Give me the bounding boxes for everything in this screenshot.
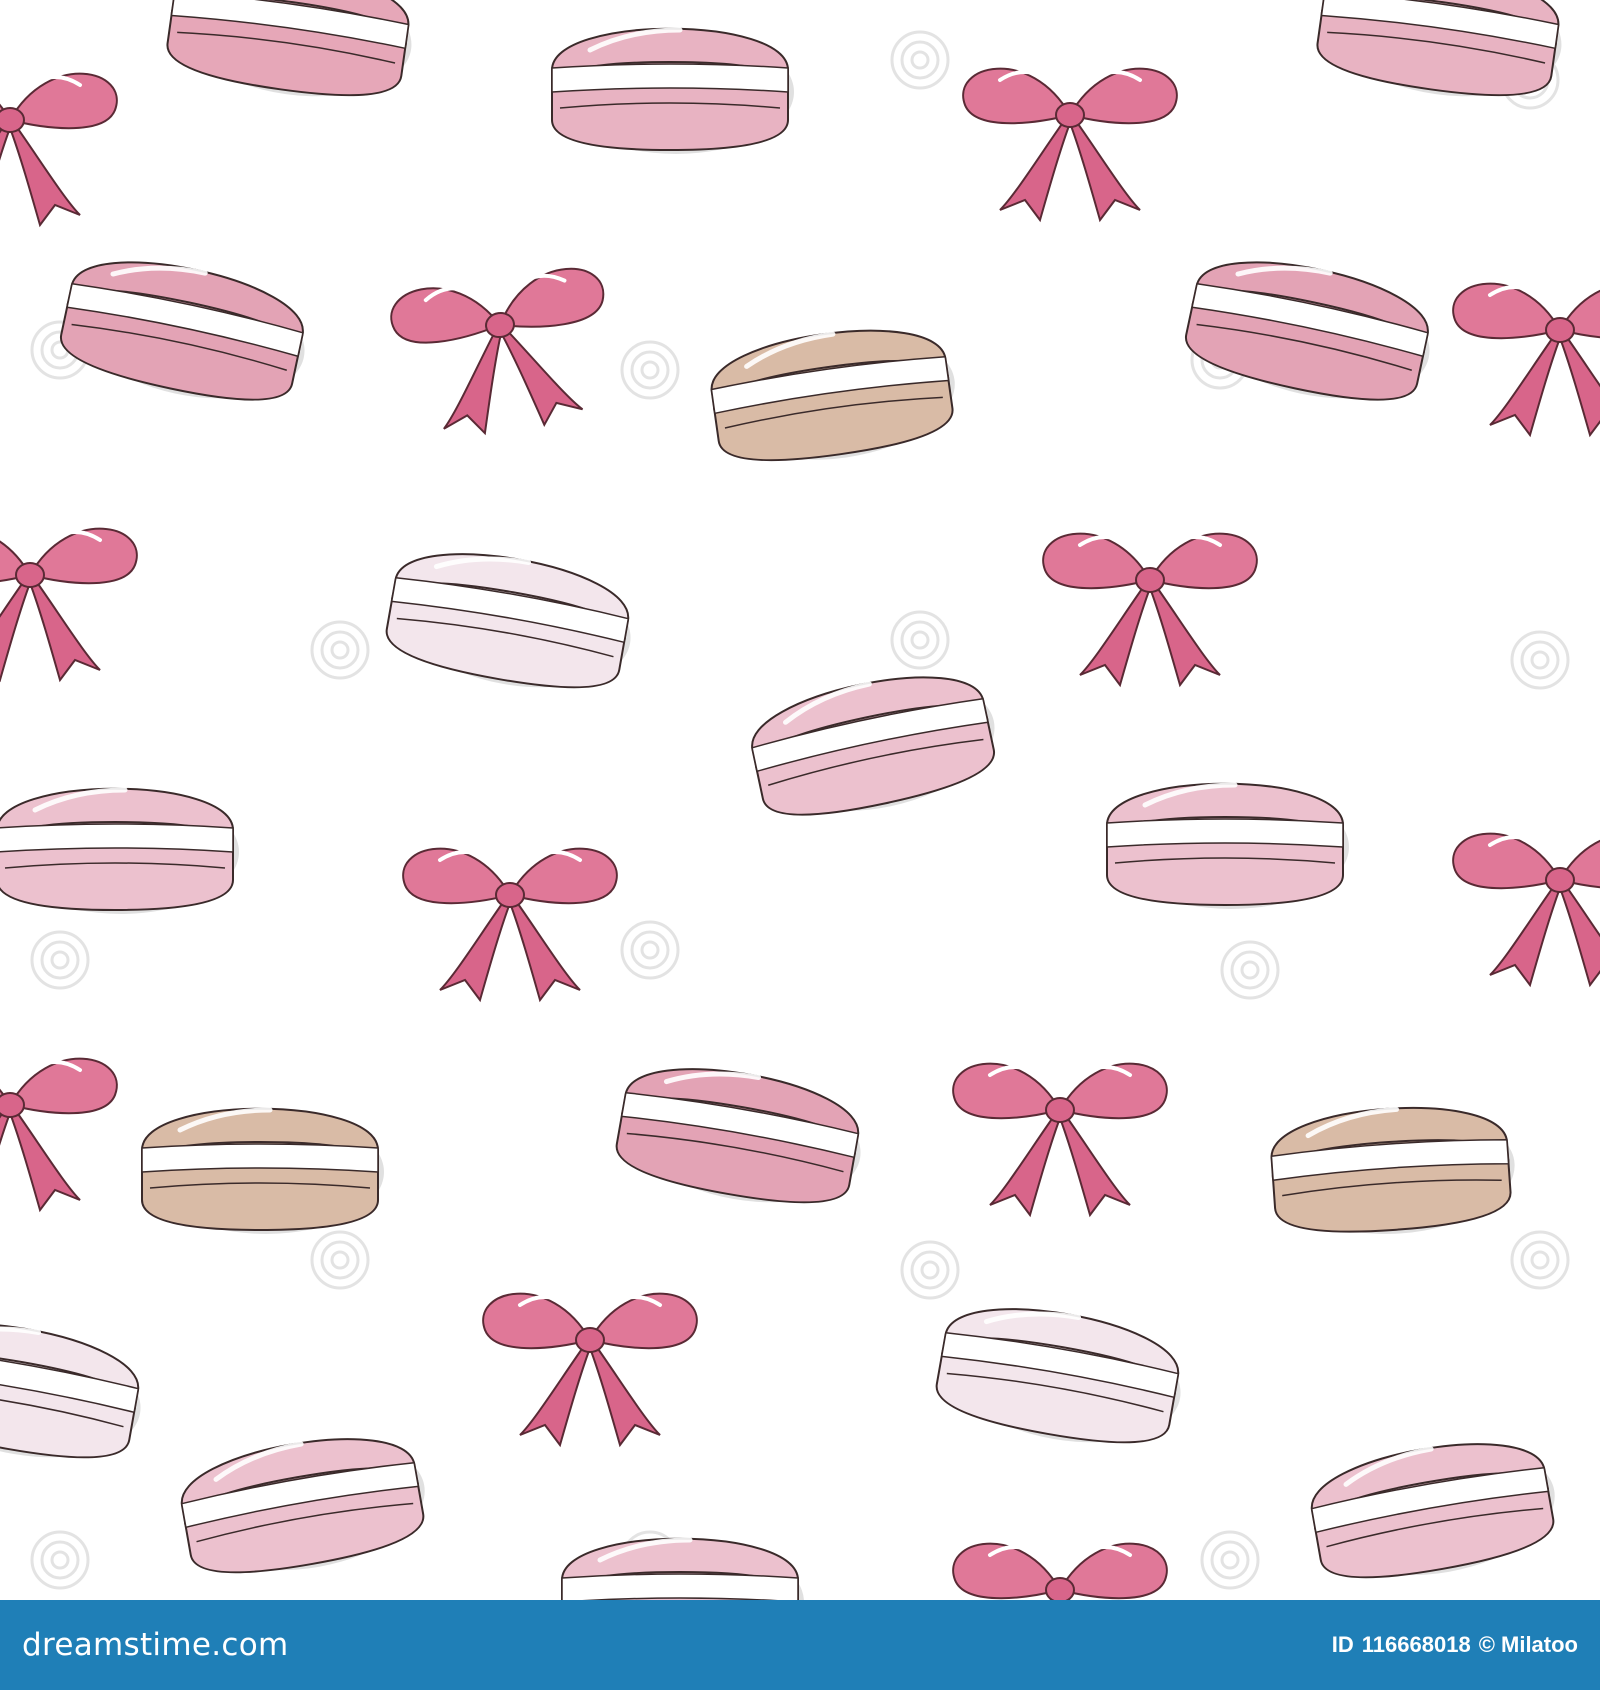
macaron-icon bbox=[381, 539, 641, 704]
spiral-watermark-icon bbox=[310, 1230, 370, 1290]
macaron-icon bbox=[706, 317, 963, 475]
bow-icon bbox=[0, 1056, 119, 1212]
spiral-watermark-icon bbox=[30, 930, 90, 990]
macaron-icon bbox=[744, 659, 1007, 832]
macaron-icon bbox=[562, 1539, 804, 1600]
bow-icon bbox=[961, 66, 1179, 222]
bow-icon bbox=[1451, 831, 1600, 987]
spiral-watermark-icon bbox=[620, 340, 680, 400]
bow-icon bbox=[0, 71, 119, 227]
watermark-footer-bar: dreamstime.com ID 116668018 © Milatoo bbox=[0, 1600, 1600, 1690]
macaron-icon bbox=[1313, 0, 1570, 111]
bow-icon bbox=[401, 846, 619, 1002]
macaron-icon bbox=[0, 1309, 151, 1474]
spiral-watermark-icon bbox=[620, 920, 680, 980]
macaron-icon bbox=[1179, 245, 1442, 418]
spiral-watermark-icon bbox=[1200, 1530, 1260, 1590]
macaron-icon bbox=[931, 1294, 1191, 1459]
bow-icon bbox=[0, 526, 139, 682]
macaron-bow-pattern bbox=[0, 0, 1600, 1600]
author-credit: © Milatoo bbox=[1478, 1632, 1578, 1657]
bow-icon bbox=[1041, 531, 1259, 687]
brand-logo-text: dreamstime.com bbox=[22, 1627, 289, 1663]
macaron-icon bbox=[1107, 784, 1349, 909]
macaron-icon bbox=[54, 245, 317, 418]
spiral-watermark-icon bbox=[900, 1240, 960, 1300]
spiral-watermark-icon bbox=[310, 620, 370, 680]
macaron-icon bbox=[0, 789, 239, 914]
spiral-watermark-icon bbox=[1510, 1230, 1570, 1290]
bow-icon bbox=[481, 1291, 699, 1447]
macaron-icon bbox=[611, 1054, 871, 1219]
macarons bbox=[0, 0, 1570, 1600]
spiral-watermark-icon bbox=[1220, 940, 1280, 1000]
macaron-icon bbox=[163, 0, 420, 111]
id-number: 116668018 bbox=[1361, 1632, 1471, 1657]
spiral-watermark-icon bbox=[890, 610, 950, 670]
macaron-icon bbox=[175, 1423, 435, 1588]
bow-icon bbox=[951, 1541, 1169, 1600]
bow-icon bbox=[385, 262, 623, 446]
bow-icon bbox=[951, 1061, 1169, 1217]
spiral-watermark-icon bbox=[30, 1530, 90, 1590]
macaron-icon bbox=[1269, 1100, 1519, 1242]
id-label: ID bbox=[1331, 1632, 1354, 1657]
image-credit: ID 116668018 © Milatoo bbox=[1324, 1632, 1578, 1658]
bow-icon bbox=[1451, 281, 1600, 437]
spiral-watermark-icon bbox=[890, 30, 950, 90]
macaron-icon bbox=[142, 1109, 384, 1234]
spiral-watermark-icon bbox=[1510, 630, 1570, 690]
macaron-icon bbox=[1305, 1428, 1565, 1593]
macaron-icon bbox=[552, 29, 794, 154]
